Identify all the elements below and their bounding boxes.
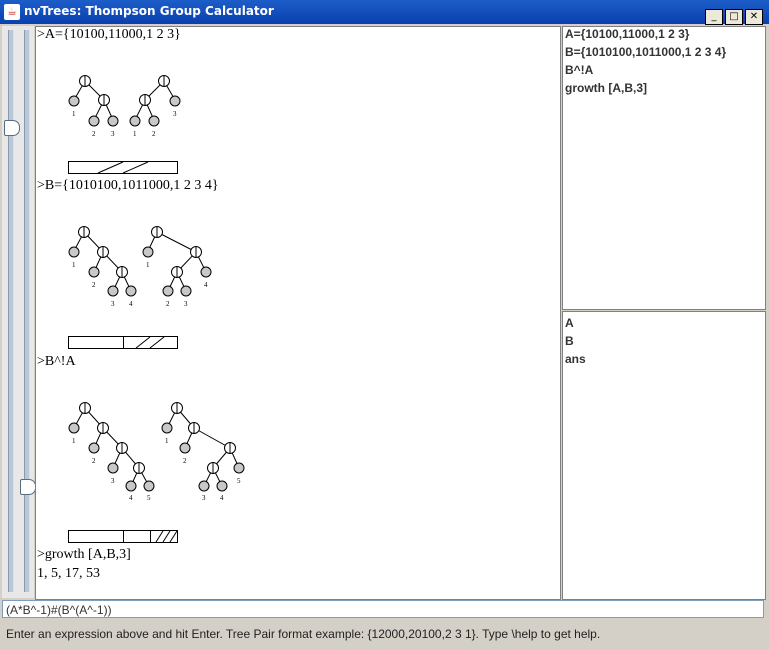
leaf-label: 3 <box>111 300 115 308</box>
leaf-label: 3 <box>173 110 177 118</box>
tree-c-right <box>161 402 245 492</box>
slider-thumb-upper[interactable] <box>4 120 20 136</box>
leaf-label: 2 <box>183 457 187 465</box>
leaf-label: 5 <box>147 494 151 502</box>
leaf-label: 2 <box>152 130 156 138</box>
variable-item[interactable]: ans <box>565 352 586 366</box>
leaf-label: 5 <box>237 477 241 485</box>
leaf-label: 4 <box>129 300 133 308</box>
minimize-button[interactable]: _ <box>705 9 723 25</box>
interval-bar-b <box>68 336 178 349</box>
slider-thumb-lower[interactable] <box>20 479 36 495</box>
status-text: Enter an expression above and hit Enter.… <box>6 627 601 641</box>
tree-a-left <box>68 75 119 127</box>
slider-track-left[interactable] <box>8 30 14 592</box>
leaf-label: 1 <box>165 437 169 445</box>
variable-item[interactable]: B <box>565 334 574 348</box>
leaf-label: 2 <box>92 130 96 138</box>
slider-track-right[interactable] <box>24 30 30 592</box>
tree-b-right <box>142 226 212 297</box>
history-item[interactable]: B^!A <box>565 63 593 77</box>
leaf-label: 1 <box>72 437 76 445</box>
tree-diagrams: 1 2 3 1 2 3 1 2 3 4 1 2 3 4 1 2 3 4 5 1 … <box>68 75 245 543</box>
leaf-label: 1 <box>146 261 150 269</box>
leaf-label: 4 <box>220 494 224 502</box>
leaf-label: 4 <box>129 494 133 502</box>
leaf-label: 4 <box>204 281 208 289</box>
java-cup-icon: ☕ <box>4 4 20 20</box>
leaf-label: 3 <box>184 300 188 308</box>
zoom-slider-area <box>2 26 36 598</box>
output-line: 1, 5, 17, 53 <box>37 566 100 581</box>
output-pane[interactable]: >A={10100,11000,1 2 3} 1 2 3 1 2 3 1 2 3… <box>35 26 561 600</box>
tree-b-left <box>68 226 137 297</box>
history-item[interactable]: growth [A,B,3] <box>565 81 647 95</box>
output-line: >B^!A <box>37 354 76 369</box>
window-title: nvTrees: Thompson Group Calculator <box>24 4 274 18</box>
history-pane[interactable]: A={10100,11000,1 2 3} B={1010100,1011000… <box>562 26 766 310</box>
leaf-label: 2 <box>92 281 96 289</box>
variables-pane[interactable]: A B ans <box>562 311 766 600</box>
leaf-label: 2 <box>166 300 170 308</box>
output-line: >growth [A,B,3] <box>37 547 131 562</box>
output-line: >B={1010100,1011000,1 2 3 4} <box>37 178 219 193</box>
history-item[interactable]: A={10100,11000,1 2 3} <box>565 27 689 41</box>
leaf-label: 1 <box>72 110 76 118</box>
leaf-label: 1 <box>72 261 76 269</box>
leaf-label: 2 <box>92 457 96 465</box>
title-bar: ☕ nvTrees: Thompson Group Calculator _ □ ✕ <box>0 0 769 25</box>
variable-item[interactable]: A <box>565 316 574 330</box>
history-item[interactable]: B={1010100,1011000,1 2 3 4} <box>565 45 726 59</box>
leaf-label: 3 <box>111 130 115 138</box>
leaf-label: 1 <box>133 130 137 138</box>
expression-input[interactable]: (A*B^-1)#(B^(A^-1)) <box>2 600 764 618</box>
tree-a-right <box>129 75 181 127</box>
interval-bar-c <box>68 530 178 543</box>
leaf-label: 3 <box>111 477 115 485</box>
close-button[interactable]: ✕ <box>745 9 763 25</box>
interval-bar-a <box>68 161 178 174</box>
leaf-label: 3 <box>202 494 206 502</box>
maximize-button[interactable]: □ <box>725 9 743 25</box>
